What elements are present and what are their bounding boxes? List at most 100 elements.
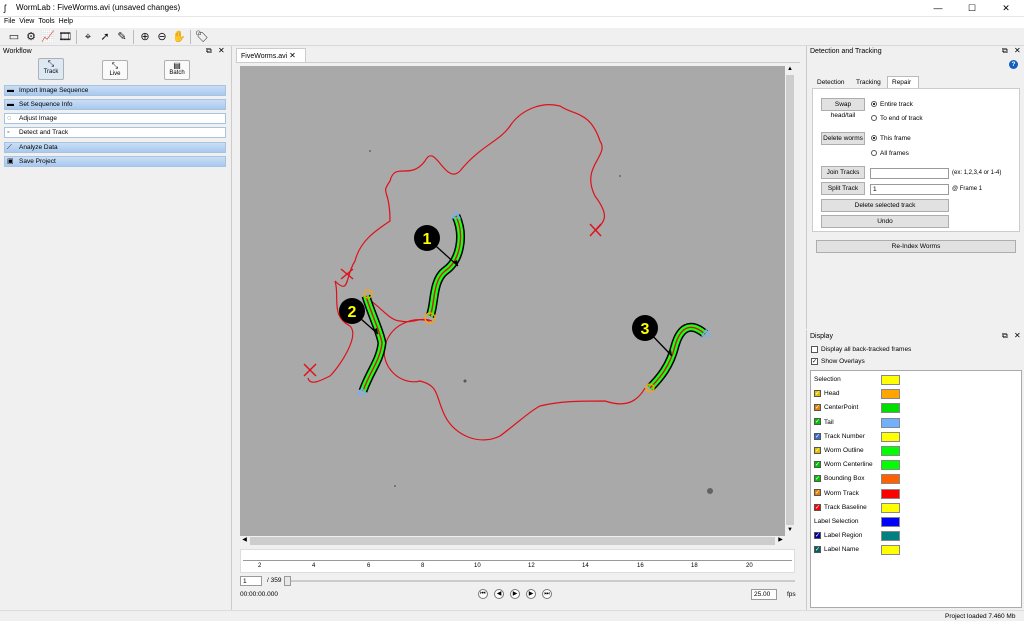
split-track-button[interactable]: Split Track — [821, 182, 865, 195]
step-import-image-sequence[interactable]: ▬ Import Image Sequence — [4, 85, 226, 96]
gear-icon[interactable]: ⚙ — [23, 29, 39, 45]
radio-all-frames[interactable]: All frames — [871, 150, 909, 157]
color-swatch[interactable] — [881, 517, 900, 527]
minimize-button[interactable]: — — [921, 0, 955, 17]
close-window-button[interactable]: ✕ — [989, 0, 1023, 17]
color-swatch[interactable] — [881, 460, 900, 471]
video-view[interactable]: 1 2 3 — [240, 66, 785, 536]
join-tracks-button[interactable]: Join Tracks — [821, 166, 865, 179]
float-icon[interactable]: ⧉ — [206, 46, 212, 56]
tab-detection[interactable]: Detection — [817, 79, 844, 86]
color-swatch[interactable] — [881, 545, 900, 556]
menu-view[interactable]: View — [17, 17, 36, 26]
overlay-checkbox[interactable]: ✓ — [814, 460, 821, 468]
close-tab-icon[interactable]: ✕ — [289, 51, 296, 60]
overlay-checkbox[interactable]: ✓ — [814, 503, 821, 511]
tab-track[interactable]: ⤡ Track — [38, 58, 64, 80]
display-back-tracked-checkbox[interactable]: Display all back-tracked frames — [811, 346, 911, 353]
color-swatch[interactable] — [881, 474, 900, 485]
vertical-scrollbar[interactable]: ▲ ▼ — [785, 66, 795, 536]
close-icon[interactable]: ✕ — [1014, 331, 1021, 340]
monitor-icon[interactable]: ▭ — [6, 29, 22, 45]
overlay-label: Bounding Box — [824, 475, 865, 483]
menu-file[interactable]: File — [2, 17, 17, 26]
tab-repair[interactable]: Repair — [887, 76, 919, 88]
tab-live[interactable]: ⤡ Live — [102, 60, 128, 80]
color-swatch[interactable] — [881, 389, 900, 400]
show-overlays-checkbox[interactable]: ✓ Show Overlays — [811, 358, 865, 365]
join-tracks-input[interactable] — [870, 168, 949, 179]
status-text: Project loaded 7.460 Mb — [945, 613, 1016, 620]
overlay-checkbox[interactable]: ✓ — [814, 418, 821, 426]
color-swatch[interactable] — [881, 417, 900, 428]
frame-slider[interactable] — [285, 580, 795, 582]
hand-icon[interactable]: ✋ — [171, 29, 187, 45]
tab-batch[interactable]: ▤ Batch — [164, 60, 190, 80]
color-swatch[interactable] — [881, 431, 900, 442]
horizontal-scrollbar[interactable]: ◀ ▶ — [240, 536, 785, 546]
radio-entire-track[interactable]: Entire track — [871, 101, 913, 108]
frame-slider-handle[interactable] — [284, 576, 291, 586]
step-detect-and-track[interactable]: ◦ Detect and Track — [4, 127, 226, 138]
menu-help[interactable]: Help — [57, 17, 75, 26]
detect-icon: ◦ — [7, 129, 10, 136]
frame-input[interactable]: 1 — [240, 576, 262, 586]
skip-end-icon[interactable]: ⏭ — [542, 589, 552, 599]
fps-input[interactable]: 25.00 — [751, 589, 777, 600]
overlay-checkbox[interactable]: ✓ — [814, 446, 821, 454]
color-swatch[interactable] — [881, 488, 900, 499]
timeline-tick: 6 — [367, 563, 371, 569]
tab-tracking[interactable]: Tracking — [856, 79, 881, 86]
undo-button[interactable]: Undo — [821, 215, 949, 228]
overlay-checkbox[interactable]: ✓ — [814, 475, 821, 483]
overlay-checkbox[interactable]: ✓ — [814, 404, 821, 412]
tag-icon[interactable]: 🏷 — [194, 29, 210, 45]
overlay-checkbox[interactable]: ✓ — [814, 531, 821, 539]
crosshair-icon[interactable]: ⌖ — [80, 29, 96, 45]
tab-fiveworms[interactable]: FiveWorms.avi ✕ — [236, 48, 306, 62]
overlay-checkbox[interactable]: ✓ — [814, 432, 821, 440]
overlay-checkbox[interactable]: ✓ — [814, 389, 821, 397]
overlay-checkbox[interactable]: ✓ — [814, 489, 821, 497]
split-track-input[interactable]: 1 — [870, 184, 949, 195]
film-icon[interactable]: 🎞 — [57, 29, 73, 45]
color-swatch[interactable] — [881, 375, 900, 385]
step-analyze-data[interactable]: ⟋ Analyze Data — [4, 142, 226, 153]
help-icon[interactable]: ? — [1009, 60, 1018, 69]
reindex-worms-button[interactable]: Re-Index Worms — [816, 240, 1016, 253]
pointer-icon[interactable]: ➚ — [97, 29, 113, 45]
overlay-label: Worm Track — [824, 489, 859, 497]
step-adjust-image[interactable]: ◌ Adjust Image — [4, 113, 226, 124]
float-icon[interactable]: ⧉ — [1002, 331, 1008, 341]
play-icon[interactable]: ▶ — [510, 589, 520, 599]
color-swatch[interactable] — [881, 403, 900, 414]
color-swatch[interactable] — [881, 531, 900, 542]
radio-to-end-of-track[interactable]: To end of track — [871, 115, 923, 122]
color-swatch[interactable] — [881, 502, 900, 513]
step-forward-icon[interactable]: ▶ — [526, 589, 536, 599]
radio-this-frame[interactable]: This frame — [871, 135, 911, 142]
step-set-sequence-info[interactable]: ▬ Set Sequence Info — [4, 99, 226, 110]
close-icon[interactable]: ✕ — [1014, 46, 1021, 55]
menu-tools[interactable]: Tools — [36, 17, 56, 26]
track-number-label: 1 — [423, 231, 432, 248]
step-save-project[interactable]: ▣ Save Project — [4, 156, 226, 167]
title-bar: ʃ WormLab : FiveWorms.avi (unsaved chang… — [0, 0, 1024, 17]
swap-head-tail-button[interactable]: Swap head/tail — [821, 98, 865, 119]
close-icon[interactable]: ✕ — [218, 46, 225, 55]
chart-icon[interactable]: 📈 — [40, 29, 56, 45]
color-swatch[interactable] — [881, 446, 900, 456]
zoom-in-icon[interactable]: ⊕ — [137, 29, 153, 45]
workflow-panel: Workflow ⧉ ✕ ⤡ Track ⤡ Live ▤ Batch ▬ Import… — [0, 46, 232, 621]
timeline-ruler[interactable]: 2 4 6 8 10 12 14 16 18 20 — [240, 549, 795, 573]
float-icon[interactable]: ⧉ — [1002, 46, 1008, 56]
display-title: Display — [810, 333, 833, 340]
maximize-button[interactable]: ☐ — [955, 0, 989, 17]
delete-worms-button[interactable]: Delete worms — [821, 132, 865, 145]
zoom-out-icon[interactable]: ⊖ — [154, 29, 170, 45]
pen-icon[interactable]: ✎ — [114, 29, 130, 45]
step-back-icon[interactable]: ◀ — [494, 589, 504, 599]
delete-selected-track-button[interactable]: Delete selected track — [821, 199, 949, 212]
skip-start-icon[interactable]: ⏮ — [478, 589, 488, 599]
overlay-checkbox[interactable]: ✓ — [814, 546, 821, 554]
